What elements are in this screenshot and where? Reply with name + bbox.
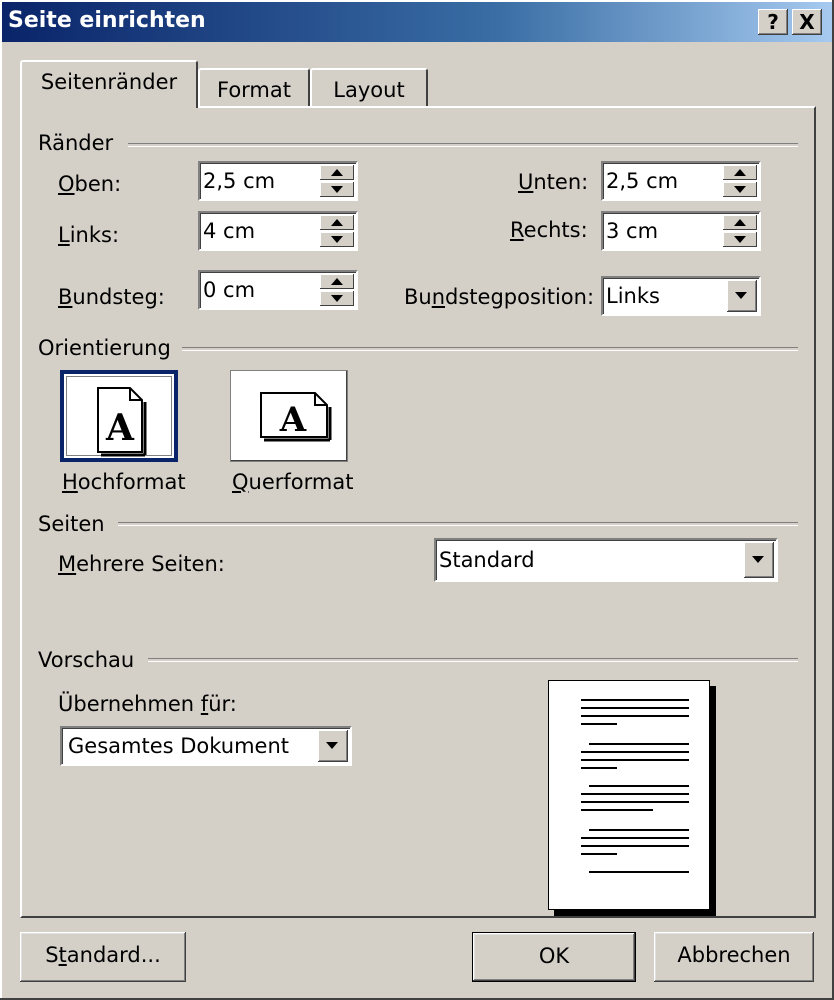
gutter-spinner[interactable] <box>320 274 354 306</box>
left-margin-value: 4 cm <box>203 219 256 243</box>
decrement-button[interactable] <box>320 232 354 247</box>
right-margin-value: 3 cm <box>606 219 659 243</box>
tab-margins-label: Seitenränder <box>40 70 178 94</box>
gutter-position-value: Links <box>606 284 660 308</box>
orientation-group-label: Orientierung <box>38 336 171 360</box>
arrow-up-icon <box>331 169 343 176</box>
svg-text:A: A <box>279 400 307 440</box>
portrait-page-icon: A <box>97 387 147 457</box>
tab-format-label: Format <box>216 78 291 102</box>
default-button[interactable]: Standard... <box>20 932 186 982</box>
dropdown-button[interactable] <box>318 730 348 762</box>
portrait-option[interactable]: A <box>60 370 178 462</box>
arrow-down-icon <box>331 295 343 302</box>
gutter-stepper[interactable]: 0 cm <box>198 270 358 310</box>
left-margin-spinner[interactable] <box>320 215 354 247</box>
dropdown-button[interactable] <box>744 542 774 578</box>
arrow-down-icon <box>331 236 343 243</box>
right-margin-stepper[interactable]: 3 cm <box>601 211 761 251</box>
left-margin-label: Links: <box>58 223 120 247</box>
top-margin-value: 2,5 cm <box>203 169 276 193</box>
right-margin-spinner[interactable] <box>723 215 757 247</box>
increment-button[interactable] <box>320 165 354 180</box>
increment-button[interactable] <box>723 165 757 180</box>
right-margin-label: Rechts: <box>510 218 588 242</box>
increment-button[interactable] <box>320 215 354 230</box>
chevron-down-icon <box>326 742 338 749</box>
top-margin-spinner[interactable] <box>320 165 354 197</box>
increment-button[interactable] <box>320 274 354 289</box>
arrow-up-icon <box>734 169 746 176</box>
decrement-button[interactable] <box>723 232 757 247</box>
chevron-down-icon <box>735 292 747 299</box>
decrement-button[interactable] <box>320 291 354 306</box>
preview-group-label: Vorschau <box>38 648 135 672</box>
landscape-page-icon: A <box>260 392 332 442</box>
top-margin-label: Oben: <box>58 172 122 196</box>
gutter-position-select[interactable]: Links <box>601 276 761 316</box>
ok-button[interactable]: OK <box>472 932 636 982</box>
decrement-button[interactable] <box>320 182 354 197</box>
page-preview <box>548 680 710 910</box>
arrow-up-icon <box>734 219 746 226</box>
multiple-pages-value: Standard <box>439 548 535 572</box>
multiple-pages-select[interactable]: Standard <box>434 538 778 582</box>
bottom-margin-stepper[interactable]: 2,5 cm <box>601 161 761 201</box>
apply-to-value: Gesamtes Dokument <box>68 734 289 758</box>
dropdown-button[interactable] <box>727 280 757 312</box>
landscape-label: Querformat <box>232 470 354 494</box>
chevron-down-icon <box>752 556 764 563</box>
portrait-label: Hochformat <box>62 470 186 494</box>
gutter-position-label: Bundstegposition: <box>404 285 595 309</box>
cancel-button[interactable]: Abbrechen <box>654 932 814 982</box>
increment-button[interactable] <box>723 215 757 230</box>
arrow-down-icon <box>734 236 746 243</box>
page-setup-dialog: Seite einrichten ? X Seitenränder Format… <box>0 0 834 1000</box>
left-margin-stepper[interactable]: 4 cm <box>198 211 358 251</box>
bottom-margin-label: Unten: <box>518 170 589 194</box>
bottom-margin-spinner[interactable] <box>723 165 757 197</box>
arrow-up-icon <box>331 219 343 226</box>
tab-format[interactable]: Format <box>198 68 310 108</box>
tab-margins[interactable]: Seitenränder <box>20 60 198 108</box>
arrow-up-icon <box>331 278 343 285</box>
dialog-title: Seite einrichten <box>8 8 206 33</box>
arrow-down-icon <box>734 186 746 193</box>
tab-layout-label: Layout <box>333 78 405 102</box>
apply-to-label: Übernehmen für: <box>58 692 237 716</box>
decrement-button[interactable] <box>723 182 757 197</box>
gutter-value: 0 cm <box>203 278 256 302</box>
landscape-option[interactable]: A <box>230 370 348 462</box>
close-button[interactable]: X <box>792 9 822 35</box>
help-button[interactable]: ? <box>758 9 788 35</box>
apply-to-select[interactable]: Gesamtes Dokument <box>60 726 352 766</box>
gutter-label: Bundsteg: <box>58 285 165 309</box>
margins-group-label: Ränder <box>38 131 114 155</box>
svg-text:A: A <box>105 407 135 449</box>
title-bar[interactable]: Seite einrichten ? X <box>2 2 832 42</box>
bottom-margin-value: 2,5 cm <box>606 169 679 193</box>
top-margin-stepper[interactable]: 2,5 cm <box>198 161 358 201</box>
tab-layout[interactable]: Layout <box>310 68 428 108</box>
multiple-pages-label: Mehrere Seiten: <box>58 552 225 576</box>
pages-group-label: Seiten <box>38 512 105 536</box>
arrow-down-icon <box>331 186 343 193</box>
